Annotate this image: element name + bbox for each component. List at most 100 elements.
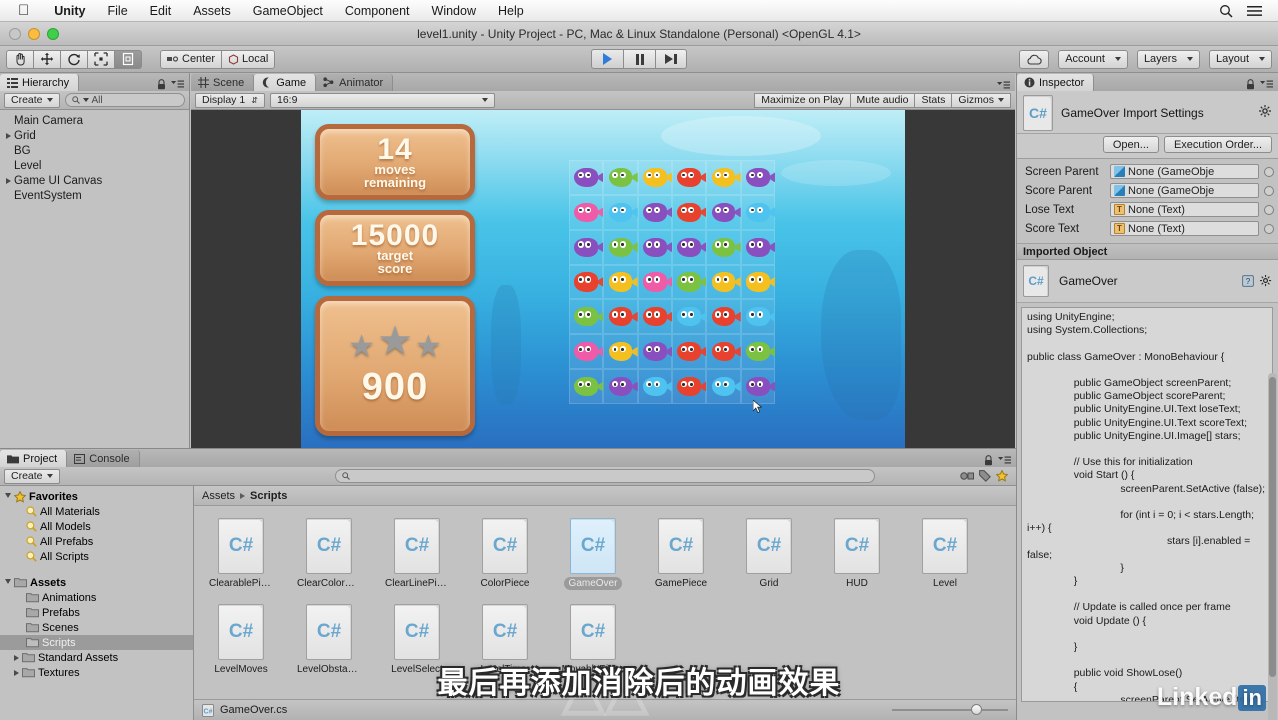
board-cell[interactable] [637,160,672,195]
project-tree-all-models[interactable]: All Models [0,519,193,534]
expand-arrow-icon[interactable] [14,669,19,676]
project-tree-scripts[interactable]: Scripts [0,635,193,650]
asset-item[interactable]: C# Level [914,518,976,590]
panel-menu-icon[interactable] [171,80,184,89]
board-cell[interactable] [671,229,707,265]
fish-piece-red[interactable] [608,307,633,327]
hierarchy-create-button[interactable]: Create [4,92,60,108]
asset-item[interactable]: C# ClearablePie... [209,518,275,590]
slider-knob[interactable] [970,704,982,715]
board-cell[interactable] [569,299,604,335]
object-field[interactable]: None (GameObje [1110,164,1259,179]
hierarchy-item-bg[interactable]: BG [0,143,189,158]
fish-piece-green[interactable] [574,307,599,327]
scrollbar-thumb[interactable] [1269,377,1276,677]
board-cell[interactable] [603,229,638,265]
board-cell[interactable] [603,369,638,404]
fish-piece-green[interactable] [677,272,702,292]
lock-icon[interactable] [984,455,993,466]
board-cell[interactable] [569,194,604,230]
fish-piece-blue[interactable] [745,202,770,222]
expand-arrow-icon[interactable] [6,132,11,139]
menu-item-file[interactable]: File [97,0,139,22]
tab-game[interactable]: Game [254,74,317,91]
board-cell[interactable] [637,264,672,300]
move-tool-button[interactable] [33,49,60,69]
fish-piece-purple[interactable] [574,167,599,187]
asset-item[interactable]: C# ClearLinePie... [385,518,451,590]
fish-piece-green[interactable] [745,342,770,362]
layout-dropdown[interactable]: Layout [1208,49,1272,69]
fish-piece-yellow[interactable] [608,342,633,362]
breadcrumb-scripts[interactable]: Scripts [250,490,287,502]
fish-piece-purple[interactable] [745,237,770,257]
match3-board[interactable] [569,160,775,404]
fish-piece-yellow[interactable] [711,272,736,292]
board-cell[interactable] [740,264,775,300]
object-picker-button[interactable] [1264,223,1274,234]
fish-piece-purple[interactable] [642,342,667,362]
object-picker-button[interactable] [1264,166,1274,177]
apple-logo-icon[interactable]:  [18,3,29,18]
step-button[interactable] [655,49,687,69]
fish-piece-pink[interactable] [642,272,667,292]
menu-item-edit[interactable]: Edit [139,0,183,22]
board-cell[interactable] [569,334,604,370]
tab-scene[interactable]: Scene [191,74,255,91]
inspector-scrollbar[interactable] [1268,373,1277,720]
board-cell[interactable] [603,194,638,230]
fish-piece-green[interactable] [711,237,736,257]
asset-item[interactable]: C# LevelTimer [474,604,536,676]
hierarchy-item-level[interactable]: Level [0,158,189,173]
filter-type-icon[interactable] [960,470,974,482]
pause-button[interactable] [623,49,655,69]
fish-piece-green[interactable] [574,377,599,397]
play-button[interactable] [591,49,623,69]
fish-piece-purple[interactable] [642,202,667,222]
lock-icon[interactable] [157,79,166,90]
fish-piece-purple[interactable] [642,237,667,257]
hierarchy-item-eventsystem[interactable]: EventSystem [0,188,189,203]
asset-item[interactable]: C# LevelObstacl... [297,604,363,676]
aspect-dropdown[interactable]: 16:9 [270,92,495,108]
asset-item[interactable]: C# HUD [826,518,888,590]
menu-item-assets[interactable]: Assets [182,0,242,22]
hierarchy-item-main-camera[interactable]: Main Camera [0,113,189,128]
fish-piece-purple[interactable] [745,167,770,187]
hierarchy-item-grid[interactable]: Grid [0,128,189,143]
fish-piece-purple[interactable] [677,237,702,257]
game-render-area[interactable]: 14 moves remaining 15000 target score ★ … [301,110,905,448]
asset-item[interactable]: C# Grid [738,518,800,590]
project-tree-all-materials[interactable]: All Materials [0,504,193,519]
fish-piece-red[interactable] [677,342,702,362]
expand-arrow-icon[interactable] [6,177,11,184]
board-cell[interactable] [671,264,707,300]
rotate-tool-button[interactable] [60,49,87,69]
menu-item-window[interactable]: Window [421,0,487,22]
board-cell[interactable] [706,264,741,300]
fish-piece-red[interactable] [677,377,702,397]
board-cell[interactable] [637,369,672,404]
cloud-services-button[interactable] [1019,49,1050,69]
fish-piece-red[interactable] [642,307,667,327]
board-cell[interactable] [637,334,672,370]
lock-icon[interactable] [1246,79,1255,90]
tab-project[interactable]: Project [0,450,68,467]
asset-item[interactable]: C# ColorPiece [474,518,536,590]
object-picker-button[interactable] [1264,204,1274,215]
board-cell[interactable] [637,194,672,230]
rect-tool-button[interactable] [114,49,142,69]
game-view-canvas[interactable]: 14 moves remaining 15000 target score ★ … [191,110,1015,448]
fish-piece-purple[interactable] [711,202,736,222]
object-picker-button[interactable] [1264,185,1274,196]
tab-animator[interactable]: Animator [316,74,394,91]
board-cell[interactable] [603,160,638,195]
fish-piece-red[interactable] [677,167,702,187]
execution-order-button[interactable]: Execution Order... [1163,136,1272,153]
board-cell[interactable] [569,229,604,265]
list-icon[interactable] [1247,5,1262,17]
breadcrumb-assets[interactable]: Assets [202,490,235,502]
board-cell[interactable] [569,264,604,300]
panel-menu-icon[interactable] [998,456,1011,465]
board-cell[interactable] [706,160,741,195]
